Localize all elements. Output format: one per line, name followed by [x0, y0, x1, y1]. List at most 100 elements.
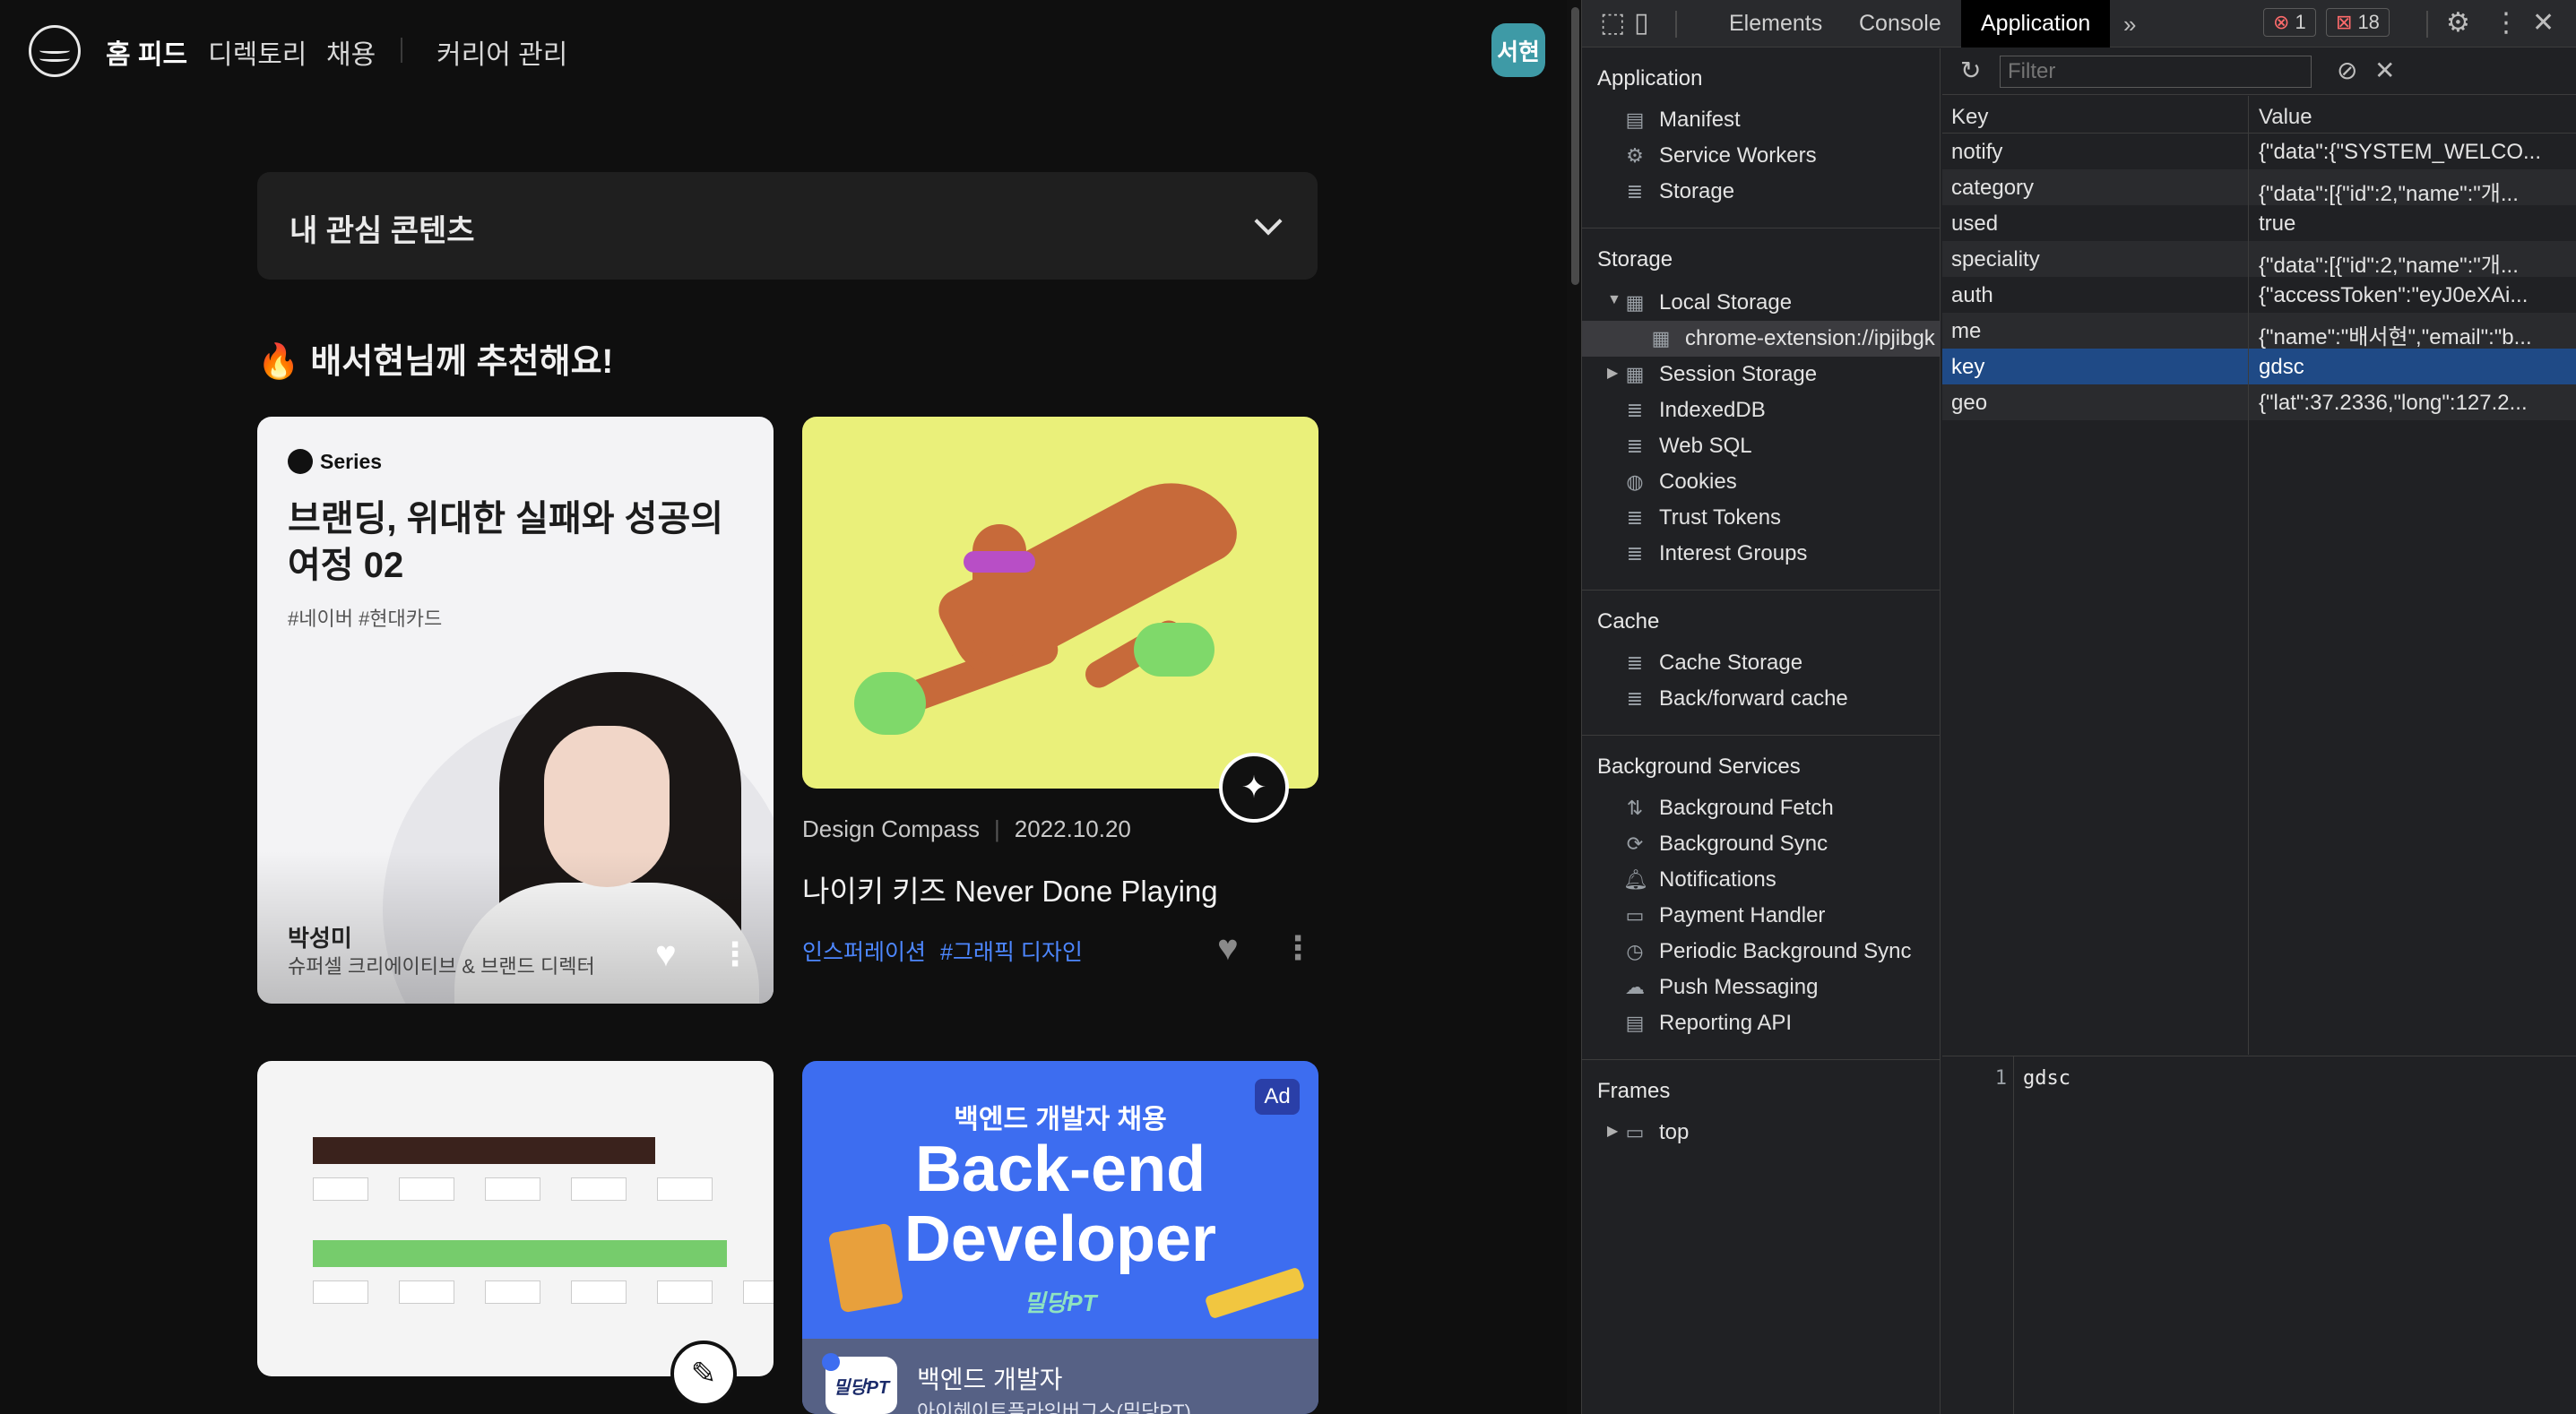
sidebar-item-payment-handler[interactable]: ▭ Payment Handler	[1623, 898, 1826, 934]
expand-right-icon[interactable]: ▶	[1607, 364, 1618, 382]
device-toolbar-icon[interactable]: ▯	[1634, 9, 1649, 38]
sidebar-item-storage[interactable]: ≣ Storage	[1623, 174, 1734, 210]
column-header-value[interactable]: Value	[2259, 105, 2312, 130]
ad-card[interactable]: Ad 백엔드 개발자 채용 Back-end Developer 밀당PT 밀당…	[802, 1061, 1318, 1414]
expand-down-icon[interactable]: ▼	[1607, 292, 1621, 308]
tag-link[interactable]: 인스퍼레이션	[802, 940, 926, 965]
article-card-image[interactable]	[802, 417, 1318, 789]
column-divider[interactable]	[2248, 96, 2249, 1055]
sidebar-item-bfcache[interactable]: ≣ Back/forward cache	[1623, 681, 1848, 717]
top-navigation: 홈 피드 디렉토리 채용 커리어 관리 서현	[0, 0, 1567, 99]
table-row[interactable]: category {"data":[{"id":2,"name":"개...	[1942, 169, 2576, 206]
sidebar-item-interest-groups[interactable]: ≣ Interest Groups	[1623, 536, 1808, 572]
sidebar-item-trust-tokens[interactable]: ≣ Trust Tokens	[1623, 500, 1781, 536]
database-icon: ≣	[1626, 435, 1644, 457]
sidebar-item-local-storage[interactable]: ▦ Local Storage	[1623, 285, 1793, 321]
ad-footer-subtitle: 아이헤이트플라잉버그스(밀당PT)	[917, 1401, 1191, 1414]
tab-application[interactable]: Application	[1961, 0, 2111, 47]
recommend-heading: 🔥 배서현님께 추천해요!	[257, 333, 613, 383]
sync-icon: ⟳	[1626, 832, 1644, 855]
cloud-icon: ☁	[1625, 976, 1645, 998]
sidebar-item-frame-top[interactable]: ▭ top	[1623, 1115, 1690, 1151]
card-title: 브랜딩, 위대한 실패와 성공의 여정 02	[288, 499, 724, 585]
user-avatar-button[interactable]: 서현	[1491, 23, 1545, 77]
sidebar-item-push-messaging[interactable]: ☁ Push Messaging	[1623, 970, 1818, 1005]
database-icon: ≣	[1626, 506, 1644, 529]
sidebar-item-cache-storage[interactable]: ≣ Cache Storage	[1623, 645, 1802, 681]
more-options-icon[interactable]: ⋮	[1282, 932, 1314, 964]
sidebar-item-web-sql[interactable]: ≣ Web SQL	[1623, 428, 1752, 464]
sidebar-item-notifications[interactable]: 🔔︎ Notifications	[1623, 862, 1776, 898]
sidebar-item-local-origin[interactable]: ▦ chrome-extension://ipjibgk	[1582, 321, 1941, 357]
table-row[interactable]: geo {"lat":37.2336,"long":127.2...	[1942, 384, 2576, 420]
pen-icon[interactable]: ✎	[670, 1341, 737, 1407]
page-scrollbar[interactable]	[1571, 7, 1579, 285]
more-options-icon[interactable]: ⋮	[719, 938, 751, 970]
tab-console[interactable]: Console	[1859, 11, 1941, 37]
compass-icon[interactable]: ✦	[1219, 753, 1289, 823]
nav-career[interactable]: 커리어 관리	[437, 32, 567, 72]
interest-content-dropdown[interactable]: 내 관심 콘텐츠	[257, 172, 1318, 280]
value-preview: 1 gdsc	[1942, 1056, 2576, 1414]
logo-icon[interactable]	[29, 25, 81, 77]
expand-right-icon[interactable]: ▶	[1607, 1122, 1618, 1140]
tab-elements[interactable]: Elements	[1729, 11, 1822, 37]
flow-steps	[313, 1280, 774, 1304]
sidebar-item-manifest[interactable]: ▤ Manifest	[1623, 102, 1741, 138]
database-icon: ≣	[1626, 542, 1644, 565]
heart-icon[interactable]: ♥	[1217, 930, 1239, 966]
kebab-menu-icon[interactable]: ⋮	[2493, 9, 2520, 38]
section-storage: Storage	[1597, 247, 1673, 272]
sidebar-item-background-sync[interactable]: ⟳ Background Sync	[1623, 826, 1828, 862]
inspect-element-icon[interactable]: ⬚	[1600, 9, 1625, 38]
more-tabs-icon[interactable]: »	[2123, 10, 2136, 39]
warning-count-badge[interactable]: ⊠ 18	[2326, 8, 2390, 37]
sidebar-item-cookies[interactable]: ◍ Cookies	[1623, 464, 1736, 500]
delete-selected-icon[interactable]: ✕	[2374, 56, 2395, 85]
table-row[interactable]: me {"name":"배서현","email":"b...	[1942, 313, 2576, 349]
sidebar-divider	[1582, 735, 1941, 736]
sidebar-item-indexeddb[interactable]: ≣ IndexedDB	[1623, 392, 1766, 428]
table-row[interactable]: auth {"accessToken":"eyJ0eXAi...	[1942, 277, 2576, 313]
series-card[interactable]: Series 브랜딩, 위대한 실패와 성공의 여정 02 #네이버 #현대카드…	[257, 417, 774, 1004]
sidebar-item-background-fetch[interactable]: ⇅ Background Fetch	[1623, 790, 1834, 826]
refresh-icon[interactable]: ↻	[1960, 56, 1981, 85]
section-application: Application	[1597, 66, 1703, 91]
sidebar-item-service-workers[interactable]: ⚙ Service Workers	[1623, 138, 1816, 174]
table-row[interactable]: notify {"data":{"SYSTEM_WELCO...	[1942, 134, 2576, 169]
issues-icon: ⊠	[2336, 11, 2353, 33]
flow-chart-bar	[313, 1240, 727, 1267]
toolbar-divider	[2426, 11, 2428, 38]
gear-icon[interactable]: ⚙	[2446, 9, 2470, 38]
card-tags: 인스퍼레이션 #그래픽 디자인	[802, 935, 1097, 967]
filter-input[interactable]	[2000, 56, 2312, 88]
recommend-title: 배서현님께 추천해요!	[310, 343, 614, 381]
article-card-flow[interactable]	[257, 1061, 774, 1376]
sidebar-item-session-storage[interactable]: ▦ Session Storage	[1623, 357, 1818, 392]
card-title[interactable]: 나이키 키즈 Never Done Playing	[802, 867, 1218, 910]
sculpture-shoe	[1134, 623, 1215, 677]
card-source[interactable]: Design Compass	[802, 815, 980, 842]
table-row[interactable]: used true	[1942, 205, 2576, 241]
tag-link[interactable]: #그래픽 디자인	[940, 940, 1083, 965]
clear-all-icon[interactable]: ⊘	[2337, 56, 2357, 85]
table-row[interactable]: speciality {"data":[{"id":2,"name":"개...	[1942, 241, 2576, 278]
storage-table: Key Value notify {"data":{"SYSTEM_WELCO..…	[1942, 96, 2576, 1055]
database-icon: ≣	[1626, 687, 1644, 710]
chevron-down-icon[interactable]	[1254, 207, 1283, 236]
nav-directory[interactable]: 디렉토리	[208, 32, 307, 72]
sculpture-head	[972, 524, 1026, 659]
heart-icon[interactable]: ♥	[655, 936, 677, 972]
table-row-selected[interactable]: key gdsc	[1942, 349, 2576, 384]
cookie-icon: ◍	[1626, 470, 1644, 493]
close-icon[interactable]: ✕	[2532, 9, 2554, 38]
nav-divider	[401, 38, 402, 63]
sidebar-item-reporting-api[interactable]: ▤ Reporting API	[1623, 1005, 1793, 1041]
sidebar-item-periodic-sync[interactable]: ◷ Periodic Background Sync	[1623, 934, 1911, 970]
error-count-badge[interactable]: ⊗ 1	[2263, 8, 2316, 37]
bell-icon: 🔔︎	[1623, 868, 1648, 891]
column-header-key[interactable]: Key	[1951, 105, 1988, 130]
nav-home-feed[interactable]: 홈 피드	[106, 32, 187, 72]
nav-jobs[interactable]: 채용	[326, 32, 376, 72]
preview-value[interactable]: gdsc	[2023, 1067, 2070, 1090]
